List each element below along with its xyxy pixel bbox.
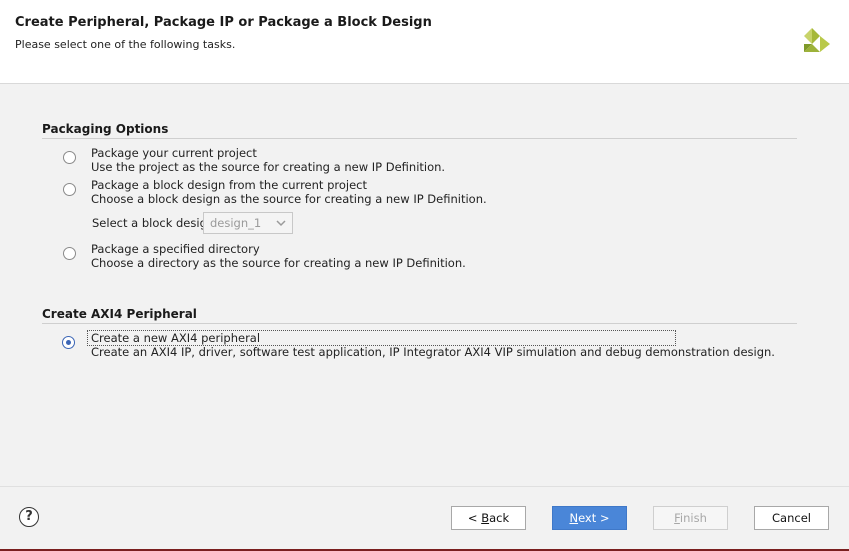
cancel-button[interactable]: Cancel xyxy=(754,506,829,530)
option-description: Choose a block design as the source for … xyxy=(91,192,487,206)
option-title: Create a new AXI4 peripheral xyxy=(91,331,261,345)
next-mnemonic: N xyxy=(569,511,579,525)
xilinx-logo-icon xyxy=(804,28,830,52)
option-title: Package a block design from the current … xyxy=(91,178,367,192)
option-description: Create an AXI4 IP, driver, software test… xyxy=(91,345,775,359)
block-design-label: Select a block design: xyxy=(92,216,219,230)
back-mnemonic: B xyxy=(481,511,490,525)
back-prefix: < xyxy=(467,511,482,525)
packaging-options-title: Packaging Options xyxy=(42,122,169,136)
package-current-project-radio[interactable] xyxy=(63,151,76,164)
create-axi4-peripheral-radio[interactable] xyxy=(62,336,75,349)
back-button[interactable]: < Back xyxy=(451,506,526,530)
block-design-value: design_1 xyxy=(210,216,262,230)
section-divider xyxy=(42,323,797,324)
option-title: Package a specified directory xyxy=(91,242,260,256)
finish-rest: inish xyxy=(679,511,707,525)
page-subtitle: Please select one of the following tasks… xyxy=(15,38,236,51)
finish-button[interactable]: Finish xyxy=(653,506,728,530)
help-icon[interactable]: ? xyxy=(19,507,39,527)
footer-divider xyxy=(0,486,849,487)
option-title: Package your current project xyxy=(91,146,257,160)
back-rest: ack xyxy=(489,511,510,525)
block-design-select[interactable]: design_1 xyxy=(203,212,293,234)
option-description: Use the project as the source for creati… xyxy=(91,160,446,174)
wizard-header: Create Peripheral, Package IP or Package… xyxy=(0,0,849,84)
next-rest: ext > xyxy=(578,511,610,525)
package-directory-radio[interactable] xyxy=(63,247,76,260)
next-button[interactable]: Next > xyxy=(552,506,627,530)
section-divider xyxy=(42,138,797,139)
create-axi4-title: Create AXI4 Peripheral xyxy=(42,307,197,321)
package-block-design-radio[interactable] xyxy=(63,183,76,196)
chevron-down-icon xyxy=(276,220,286,227)
option-description: Choose a directory as the source for cre… xyxy=(91,256,466,270)
page-title: Create Peripheral, Package IP or Package… xyxy=(15,15,432,30)
